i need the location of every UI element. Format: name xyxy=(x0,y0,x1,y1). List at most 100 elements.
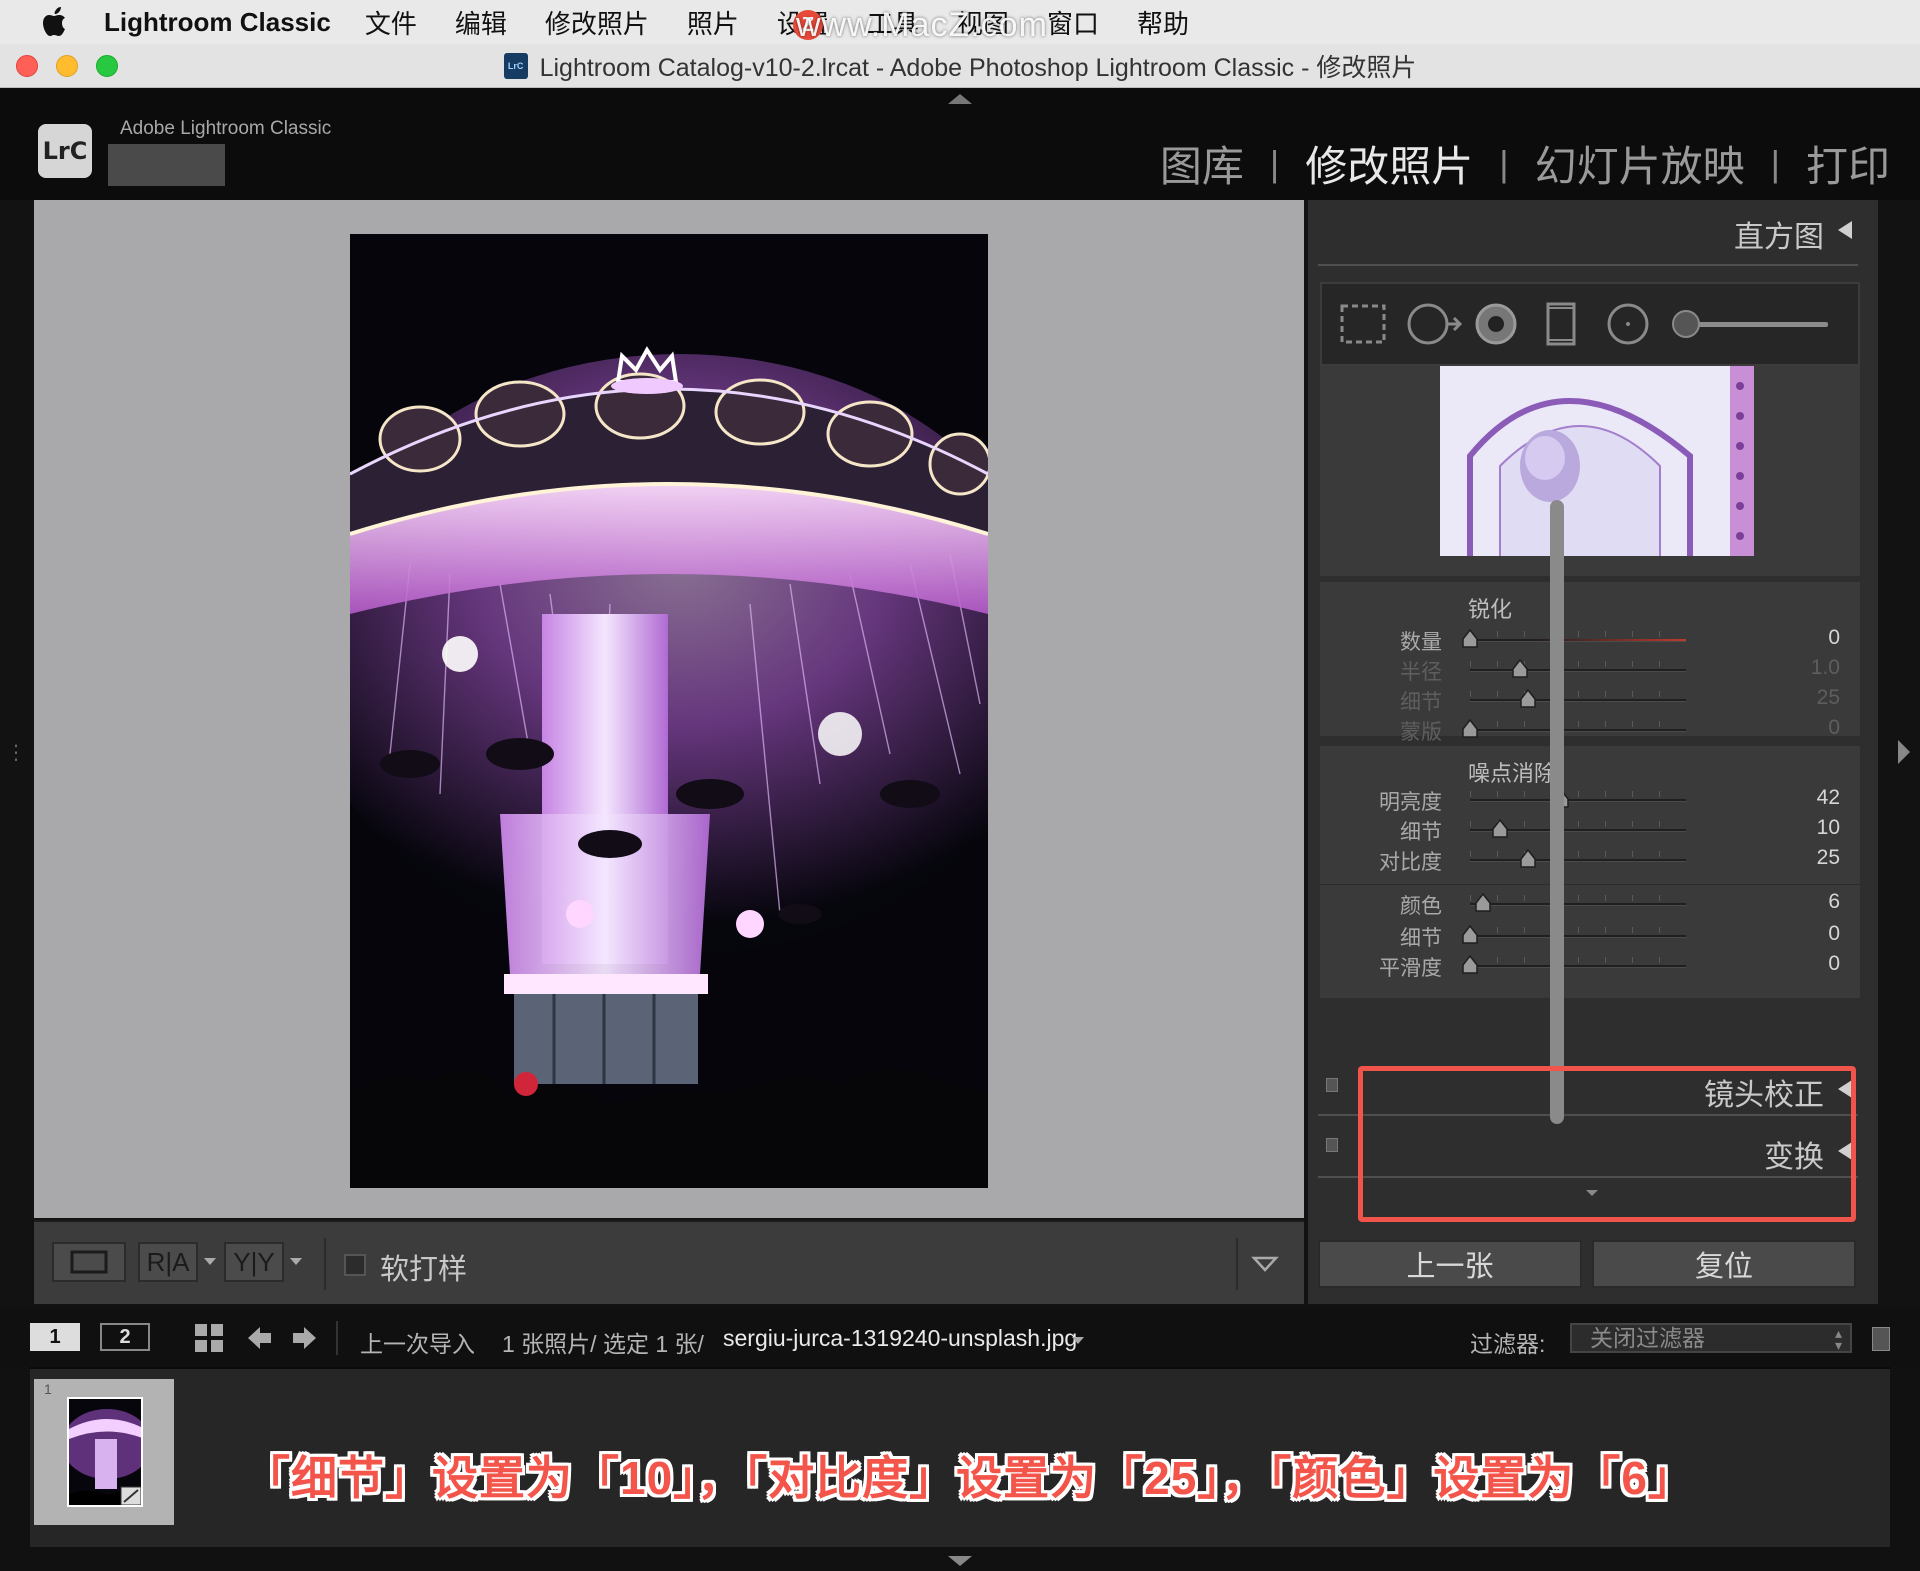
slider-label: 平滑度 xyxy=(1379,957,1442,980)
collapse-top-panel-icon[interactable] xyxy=(948,94,972,104)
slider-thumb[interactable] xyxy=(1474,892,1492,913)
slider-value[interactable]: 6 xyxy=(1828,890,1840,914)
histogram-collapse-icon[interactable] xyxy=(1838,221,1852,239)
slider-thumb[interactable] xyxy=(1461,954,1479,975)
slider-value[interactable]: 25 xyxy=(1817,686,1840,710)
slider-thumb[interactable] xyxy=(1519,688,1537,709)
window-zoom-button[interactable] xyxy=(96,55,118,77)
apple-icon[interactable] xyxy=(38,4,74,40)
slider-track[interactable] xyxy=(1470,859,1686,862)
menu-window[interactable]: 窗口 xyxy=(1047,4,1099,41)
slider-value[interactable]: 10 xyxy=(1817,816,1840,840)
grid-view-icon[interactable] xyxy=(194,1323,224,1359)
slider-value[interactable]: 0 xyxy=(1828,626,1840,650)
slider-thumb[interactable] xyxy=(1461,924,1479,945)
module-print[interactable]: 打印 xyxy=(1806,133,1890,194)
collapse-filmstrip-icon[interactable] xyxy=(948,1556,972,1566)
module-develop[interactable]: 修改照片 xyxy=(1305,133,1473,194)
back-arrow-icon[interactable] xyxy=(244,1323,274,1359)
slider-track[interactable] xyxy=(1470,669,1686,672)
spot-removal-icon[interactable] xyxy=(1407,303,1463,345)
slider-value[interactable]: 25 xyxy=(1817,846,1840,870)
slider-value[interactable]: 42 xyxy=(1817,786,1840,810)
menu-app-name[interactable]: Lightroom Classic xyxy=(104,7,331,38)
filmbar-divider xyxy=(336,1321,338,1355)
transform-expand-icon[interactable] xyxy=(1838,1142,1852,1160)
file-name-dropdown-icon[interactable] xyxy=(1072,1337,1084,1344)
slider-thumb[interactable] xyxy=(1461,628,1479,649)
slider-value[interactable]: 1.0 xyxy=(1811,656,1840,680)
slider-track[interactable] xyxy=(1470,639,1686,642)
forward-arrow-icon[interactable] xyxy=(290,1323,320,1359)
lens-correction-title[interactable]: 镜头校正 xyxy=(1704,1070,1824,1114)
module-slideshow[interactable]: 幻灯片放映 xyxy=(1535,133,1745,194)
menu-view[interactable]: 视图 xyxy=(957,4,1009,41)
window-minimize-button[interactable] xyxy=(56,55,78,77)
module-library[interactable]: 图库 xyxy=(1160,133,1244,194)
slider-track[interactable] xyxy=(1470,699,1686,702)
menu-tools[interactable]: 工具 xyxy=(867,4,919,41)
crop-overlay-icon[interactable] xyxy=(1340,304,1386,344)
slider-track[interactable] xyxy=(1470,935,1686,938)
slider-thumb[interactable] xyxy=(1461,718,1479,739)
slider-ticks xyxy=(1470,957,1686,963)
before-after-tb-button[interactable]: Y|Y xyxy=(224,1242,284,1282)
source-label[interactable]: 上一次导入 xyxy=(360,1325,475,1359)
graduated-filter-icon[interactable] xyxy=(1546,302,1576,346)
lens-correction-toggle[interactable] xyxy=(1326,1078,1338,1092)
filter-select[interactable]: 关闭过滤器 ▴ ▾ xyxy=(1570,1323,1852,1353)
noise-reduction-section: 噪点消除 明亮度 42 细节 10 对比度 25 颜色 6 细节 0 平滑度 0 xyxy=(1320,746,1860,998)
filmstrip-cell[interactable]: 1 xyxy=(34,1379,174,1525)
menu-help[interactable]: 帮助 xyxy=(1137,4,1189,41)
detail-preview-thumbnail[interactable] xyxy=(1440,366,1754,556)
before-after-lr-dropdown-icon[interactable] xyxy=(204,1258,216,1265)
softproof-checkbox[interactable] xyxy=(344,1254,366,1276)
red-eye-icon[interactable] xyxy=(1475,303,1517,345)
slider-label: 细节 xyxy=(1400,691,1442,714)
file-name[interactable]: sergiu-jurca-1319240-unsplash.jpg xyxy=(723,1325,1077,1352)
filter-lock-toggle[interactable] xyxy=(1872,1327,1890,1351)
module-separator: | xyxy=(1499,142,1509,184)
loupe-view-button[interactable] xyxy=(52,1242,126,1282)
transform-toggle[interactable] xyxy=(1326,1138,1338,1152)
slider-track[interactable] xyxy=(1470,729,1686,732)
slider-row: 细节 25 xyxy=(1320,686,1860,716)
before-after-lr-button[interactable]: R|A xyxy=(138,1242,198,1282)
slider-track[interactable] xyxy=(1470,799,1686,802)
image-canvas[interactable] xyxy=(34,200,1304,1218)
left-panel-toggle-icon[interactable]: ⋮ xyxy=(6,740,26,765)
previous-button[interactable]: 上一张 xyxy=(1318,1240,1582,1288)
menu-file[interactable]: 文件 xyxy=(365,4,417,41)
transform-title[interactable]: 变换 xyxy=(1764,1132,1824,1176)
slider-value[interactable]: 0 xyxy=(1828,952,1840,976)
radial-filter-icon[interactable] xyxy=(1607,303,1649,345)
slider-thumb[interactable] xyxy=(1519,848,1537,869)
menu-edit[interactable]: 编辑 xyxy=(455,4,507,41)
develop-toolbar: R|A Y|Y 软打样 xyxy=(34,1220,1304,1304)
right-panel-scrollbar[interactable] xyxy=(1550,500,1564,1124)
filter-label: 过滤器: xyxy=(1470,1331,1546,1357)
menu-photo[interactable]: 照片 xyxy=(687,4,739,41)
slider-value[interactable]: 0 xyxy=(1828,922,1840,946)
carousel-photo[interactable] xyxy=(350,234,988,1188)
reset-button[interactable]: 复位 xyxy=(1592,1240,1856,1288)
panel-divider xyxy=(1318,1114,1858,1116)
toolbar-options-button[interactable] xyxy=(1236,1238,1290,1290)
slider-track[interactable] xyxy=(1470,903,1686,906)
slider-value[interactable]: 0 xyxy=(1828,716,1840,740)
secondary-display-button[interactable]: 2 xyxy=(100,1323,150,1351)
filmstrip-thumbnail[interactable] xyxy=(67,1397,143,1507)
module-picker: 图库 | 修改照片 | 幻灯片放映 | 打印 xyxy=(1160,133,1890,194)
slider-thumb[interactable] xyxy=(1511,658,1529,679)
lens-correction-expand-icon[interactable] xyxy=(1838,1080,1852,1098)
slider-thumb[interactable] xyxy=(1491,818,1509,839)
menu-develop[interactable]: 修改照片 xyxy=(545,4,649,41)
before-after-tb-dropdown-icon[interactable] xyxy=(290,1258,302,1265)
slider-track[interactable] xyxy=(1470,965,1686,968)
primary-display-button[interactable]: 1 xyxy=(30,1323,80,1351)
adjustment-brush-icon[interactable] xyxy=(1672,310,1828,338)
histogram-panel-title[interactable]: 直方图 xyxy=(1734,212,1824,256)
panel-end-marker-icon xyxy=(1586,1190,1598,1196)
window-close-button[interactable] xyxy=(16,55,38,77)
right-panel-toggle-icon[interactable] xyxy=(1898,740,1910,764)
